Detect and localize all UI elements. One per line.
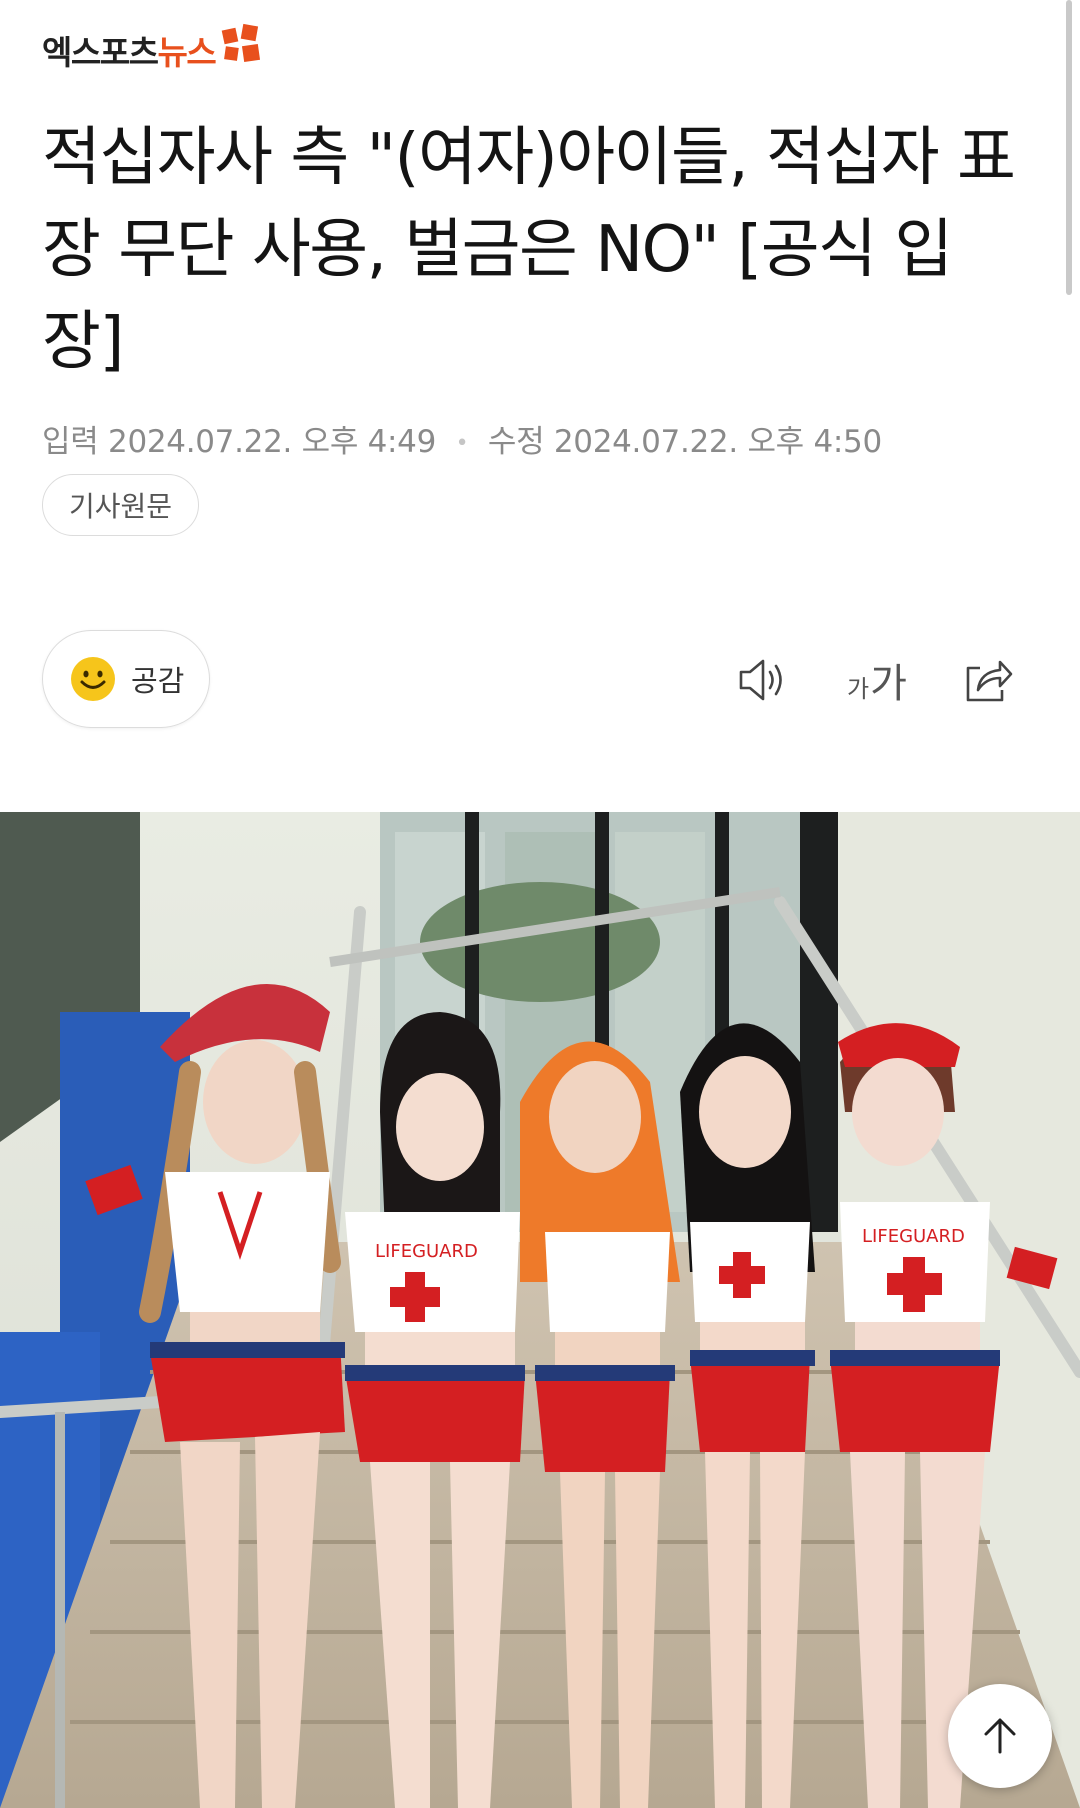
font-size-icon: 가가 [847, 651, 907, 709]
modified-datetime: 2024.07.22. 오후 4:50 [553, 424, 882, 460]
lifeguard-text-5: LIFEGUARD [862, 1226, 965, 1247]
logo-mark-icon [221, 23, 261, 63]
site-logo[interactable]: 엑스포츠뉴스 [42, 22, 263, 82]
reaction-button[interactable]: 공감 [42, 630, 210, 728]
share-icon [966, 660, 1013, 702]
smile-icon [71, 657, 115, 701]
lifeguard-text-2: LIFEGUARD [375, 1241, 478, 1262]
logo-text: 엑스포츠뉴스 [42, 32, 217, 72]
share-button[interactable] [958, 650, 1018, 710]
article-photo: LIFEGUARD LIFEGUARD [0, 812, 1080, 1808]
date-separator: • [455, 431, 469, 456]
font-size-button[interactable]: 가가 [842, 650, 912, 710]
input-datetime: 2024.07.22. 오후 4:49 [108, 424, 437, 460]
article-title: 적십자사 측 "(여자)아이들, 적십자 표장 무단 사용, 벌금은 NO" [… [42, 121, 1016, 379]
article-dates: 입력 2024.07.22. 오후 4:49 • 수정 2024.07.22. … [42, 416, 882, 461]
font-large-glyph: 가 [870, 661, 907, 707]
input-label: 입력 [42, 424, 99, 460]
scroll-top-button[interactable] [948, 1684, 1052, 1788]
original-article-button[interactable]: 기사원문 [42, 474, 200, 536]
reaction-label: 공감 [131, 664, 185, 698]
modified-label: 수정 [487, 424, 545, 460]
scrollbar[interactable] [1066, 0, 1072, 295]
tts-button[interactable] [734, 650, 794, 710]
arrow-up-icon [984, 1718, 1016, 1754]
speaker-icon [739, 659, 782, 701]
group-photo-illustration: LIFEGUARD LIFEGUARD [0, 812, 1080, 1808]
font-small-glyph: 가 [847, 675, 870, 703]
